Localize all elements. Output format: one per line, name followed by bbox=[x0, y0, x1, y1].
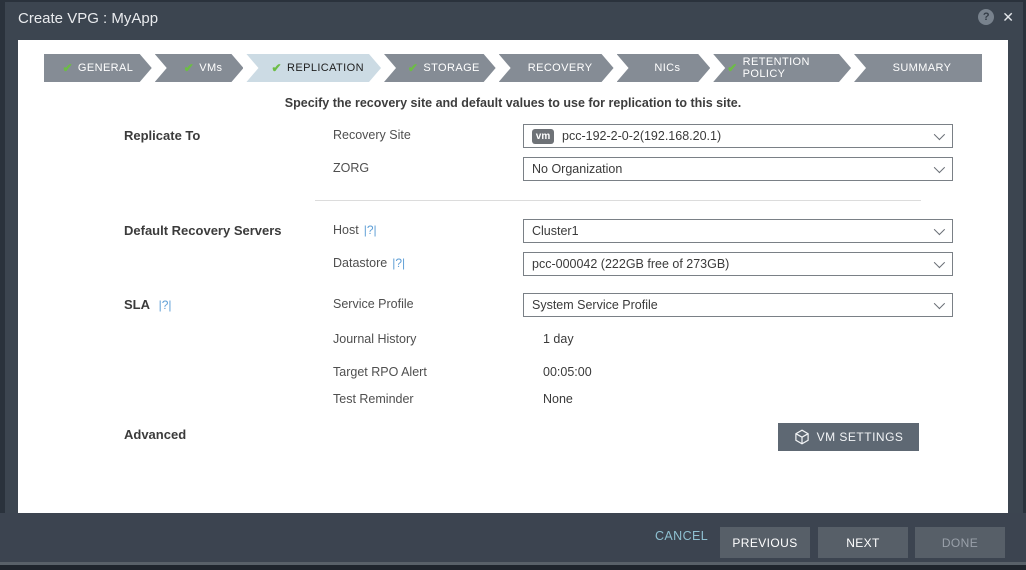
step-label: NICs bbox=[654, 62, 680, 74]
host-select[interactable]: Cluster1 bbox=[523, 219, 953, 243]
close-icon[interactable]: ✕ bbox=[1002, 9, 1014, 25]
zorg-select[interactable]: No Organization bbox=[523, 157, 953, 181]
cube-icon bbox=[794, 429, 810, 445]
section-advanced: Advanced bbox=[124, 427, 186, 442]
chevron-down-icon bbox=[934, 298, 945, 309]
chevron-down-icon bbox=[934, 162, 945, 173]
sla-help-badge[interactable]: |?| bbox=[159, 298, 172, 312]
zorg-label: ZORG bbox=[333, 161, 369, 175]
test-reminder-value: None bbox=[543, 392, 573, 406]
step-replication[interactable]: ✔ REPLICATION bbox=[246, 54, 381, 82]
vm-settings-label: VM SETTINGS bbox=[817, 430, 904, 444]
step-label: REPLICATION bbox=[287, 62, 364, 74]
journal-history-value: 1 day bbox=[543, 332, 574, 346]
help-icon[interactable]: ? bbox=[978, 9, 994, 25]
dialog-content: ✔ GENERAL ✔ VMs ✔ REPLICATION ✔ STORAGE … bbox=[18, 40, 1008, 513]
step-vms[interactable]: ✔ VMs bbox=[155, 54, 244, 82]
check-icon: ✔ bbox=[727, 61, 737, 75]
target-rpo-alert-value: 00:05:00 bbox=[543, 365, 592, 379]
zorg-value: No Organization bbox=[532, 162, 622, 176]
datastore-label: Datastore|?| bbox=[333, 256, 405, 270]
chevron-down-icon bbox=[934, 224, 945, 235]
create-vpg-dialog: Create VPG : MyApp ? ✕ ✔ GENERAL ✔ VMs ✔… bbox=[0, 0, 1026, 570]
recovery-site-select[interactable]: vm pcc-192-2-0-2(192.168.20.1) bbox=[523, 124, 953, 148]
vm-settings-button[interactable]: VM SETTINGS bbox=[778, 423, 919, 451]
page-subtitle: Specify the recovery site and default va… bbox=[18, 96, 1008, 110]
dialog-titlebar: Create VPG : MyApp ? ✕ bbox=[0, 0, 1026, 40]
wizard-stepper: ✔ GENERAL ✔ VMs ✔ REPLICATION ✔ STORAGE … bbox=[44, 54, 982, 82]
section-replicate-to: Replicate To bbox=[124, 128, 200, 143]
check-icon: ✔ bbox=[184, 61, 194, 75]
recovery-site-value: pcc-192-2-0-2(192.168.20.1) bbox=[562, 129, 721, 143]
step-label: VMs bbox=[199, 62, 222, 74]
service-profile-value: System Service Profile bbox=[532, 298, 658, 312]
step-storage[interactable]: ✔ STORAGE bbox=[384, 54, 496, 82]
service-profile-label: Service Profile bbox=[333, 297, 414, 311]
background-app-edge bbox=[0, 565, 1026, 570]
recovery-site-label: Recovery Site bbox=[333, 128, 411, 142]
host-help-badge[interactable]: |?| bbox=[364, 223, 377, 237]
test-reminder-label: Test Reminder bbox=[333, 392, 414, 406]
datastore-select[interactable]: pcc-000042 (222GB free of 273GB) bbox=[523, 252, 953, 276]
service-profile-select[interactable]: System Service Profile bbox=[523, 293, 953, 317]
step-summary[interactable]: SUMMARY bbox=[854, 54, 982, 82]
dialog-footer: CANCEL PREVIOUS NEXT DONE bbox=[0, 513, 1026, 562]
step-label: SUMMARY bbox=[893, 62, 952, 74]
chevron-down-icon bbox=[934, 129, 945, 140]
step-recovery[interactable]: RECOVERY bbox=[499, 54, 614, 82]
step-label: RETENTION POLICY bbox=[743, 56, 845, 80]
host-label: Host|?| bbox=[333, 223, 377, 237]
chevron-down-icon bbox=[934, 257, 945, 268]
section-sla: SLA |?| bbox=[124, 297, 172, 312]
step-label: STORAGE bbox=[423, 62, 479, 74]
check-icon: ✔ bbox=[408, 61, 418, 75]
step-label: GENERAL bbox=[78, 62, 133, 74]
vm-icon: vm bbox=[532, 129, 554, 144]
step-general[interactable]: ✔ GENERAL bbox=[44, 54, 152, 82]
check-icon: ✔ bbox=[272, 61, 282, 75]
dialog-title: Create VPG : MyApp bbox=[18, 10, 158, 27]
previous-button[interactable]: PREVIOUS bbox=[720, 527, 810, 558]
section-divider bbox=[315, 200, 921, 201]
datastore-help-badge[interactable]: |?| bbox=[392, 256, 405, 270]
datastore-value: pcc-000042 (222GB free of 273GB) bbox=[532, 257, 729, 271]
done-button[interactable]: DONE bbox=[915, 527, 1005, 558]
next-button[interactable]: NEXT bbox=[818, 527, 908, 558]
step-label: RECOVERY bbox=[528, 62, 593, 74]
target-rpo-alert-label: Target RPO Alert bbox=[333, 365, 427, 379]
check-icon: ✔ bbox=[62, 61, 72, 75]
step-nics[interactable]: NICs bbox=[617, 54, 711, 82]
step-retention-policy[interactable]: ✔ RETENTION POLICY bbox=[713, 54, 851, 82]
section-default-recovery-servers: Default Recovery Servers bbox=[124, 223, 282, 238]
cancel-link[interactable]: CANCEL bbox=[655, 529, 705, 543]
titlebar-icons: ? ✕ bbox=[978, 9, 1014, 25]
journal-history-label: Journal History bbox=[333, 332, 416, 346]
host-value: Cluster1 bbox=[532, 224, 579, 238]
